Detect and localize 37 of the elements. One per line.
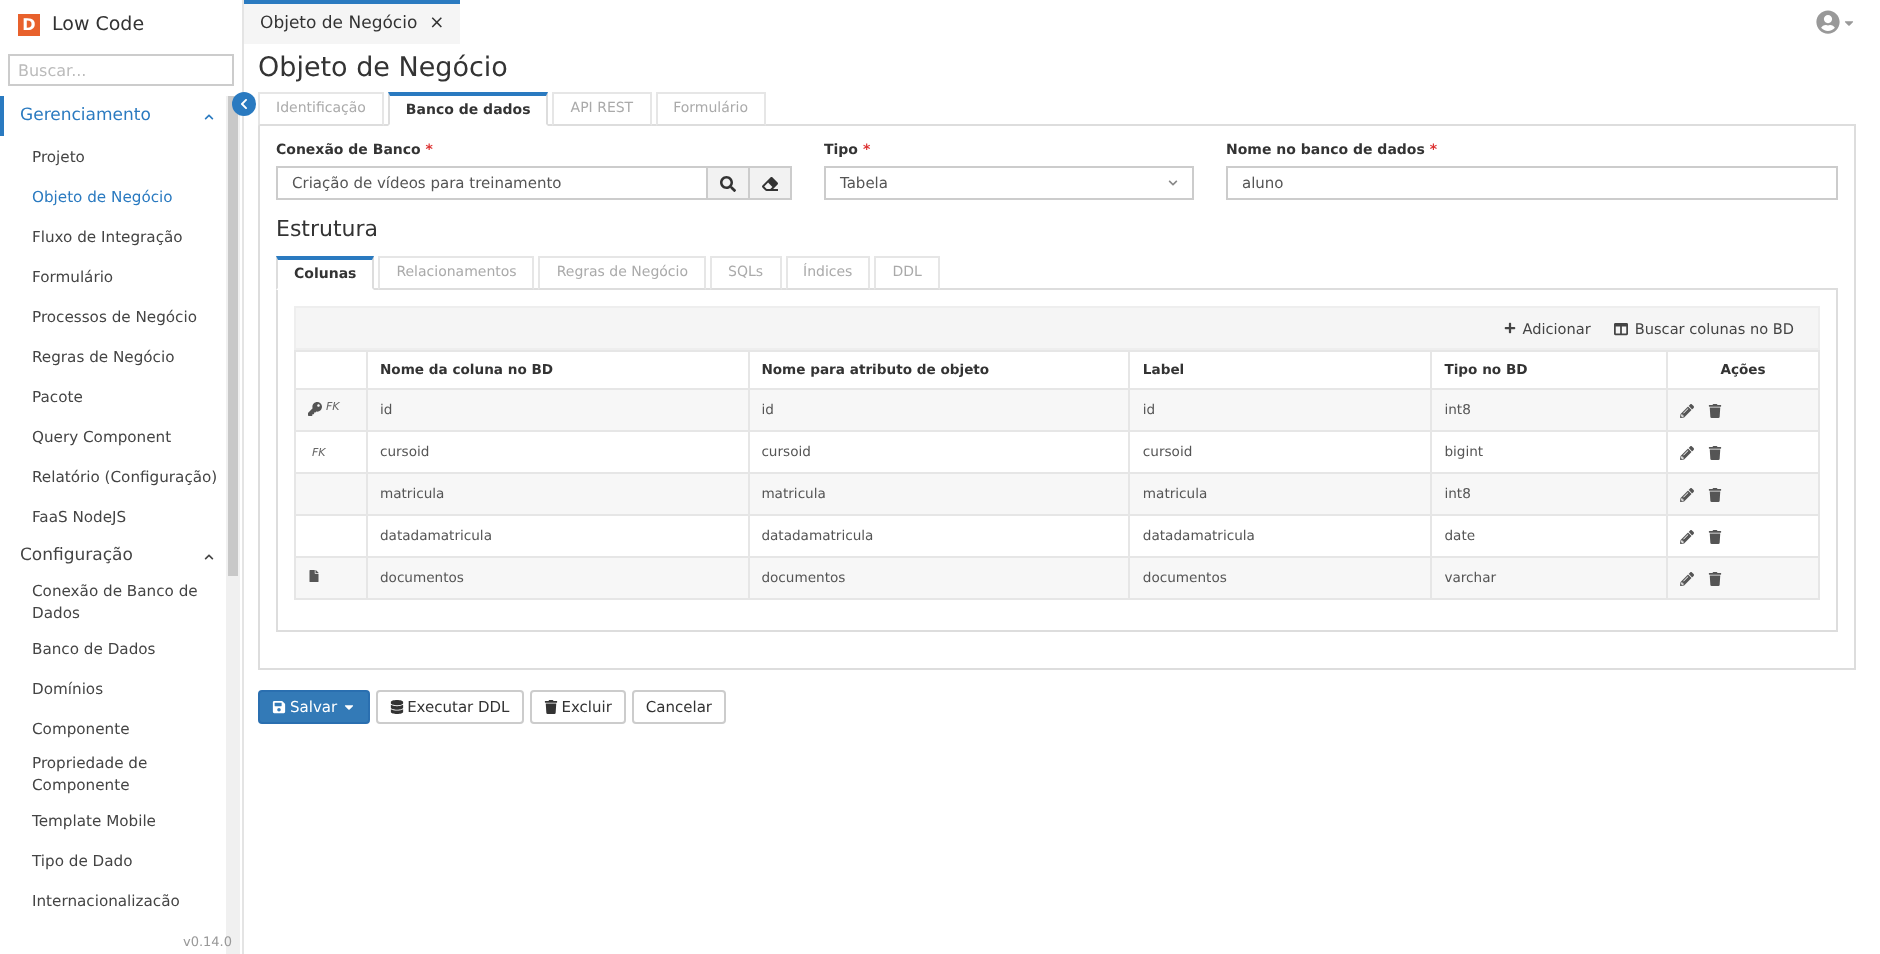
columns-icon (1614, 321, 1629, 335)
file-icon (308, 570, 320, 582)
chevron-left-icon (238, 98, 250, 110)
edit-icon[interactable] (1680, 403, 1695, 417)
user-avatar-icon (1816, 10, 1840, 34)
trash-icon[interactable] (1708, 403, 1723, 417)
chevron-up-icon (204, 111, 214, 121)
search-icon (720, 175, 736, 191)
trash-icon[interactable] (1708, 529, 1723, 543)
search-field[interactable]: Buscar... (8, 54, 234, 86)
database-icon (389, 700, 404, 714)
eraser-button[interactable] (750, 166, 792, 200)
edit-icon[interactable] (1680, 445, 1695, 459)
edit-icon[interactable] (1680, 529, 1695, 543)
plus-icon (1504, 322, 1517, 334)
chevron-down-icon (1168, 178, 1178, 188)
app-logo: D (18, 13, 40, 35)
save-icon (272, 700, 286, 714)
edit-icon[interactable] (1680, 571, 1695, 585)
open-tab[interactable]: Objeto de Negócio × (244, 0, 461, 44)
close-button[interactable]: × (429, 14, 445, 34)
trash-icon[interactable] (1708, 571, 1723, 585)
caret-icon (1842, 15, 1856, 29)
app-name: Low Code (52, 13, 145, 35)
page-title: Objeto de Negócio (258, 52, 510, 84)
chevron-up-icon (204, 551, 214, 561)
sidebar-section[interactable]: Configuração (0, 536, 226, 576)
search-button[interactable] (708, 166, 750, 200)
edit-icon[interactable] (1680, 487, 1695, 501)
trash-icon[interactable] (1708, 445, 1723, 459)
collapse-button[interactable] (232, 92, 256, 116)
caret-icon (341, 700, 356, 714)
section-title: Estrutura (276, 216, 381, 242)
eraser-icon (762, 175, 778, 191)
trash-icon[interactable] (1708, 487, 1723, 501)
trash-icon (543, 700, 558, 714)
key-icon (308, 401, 322, 415)
